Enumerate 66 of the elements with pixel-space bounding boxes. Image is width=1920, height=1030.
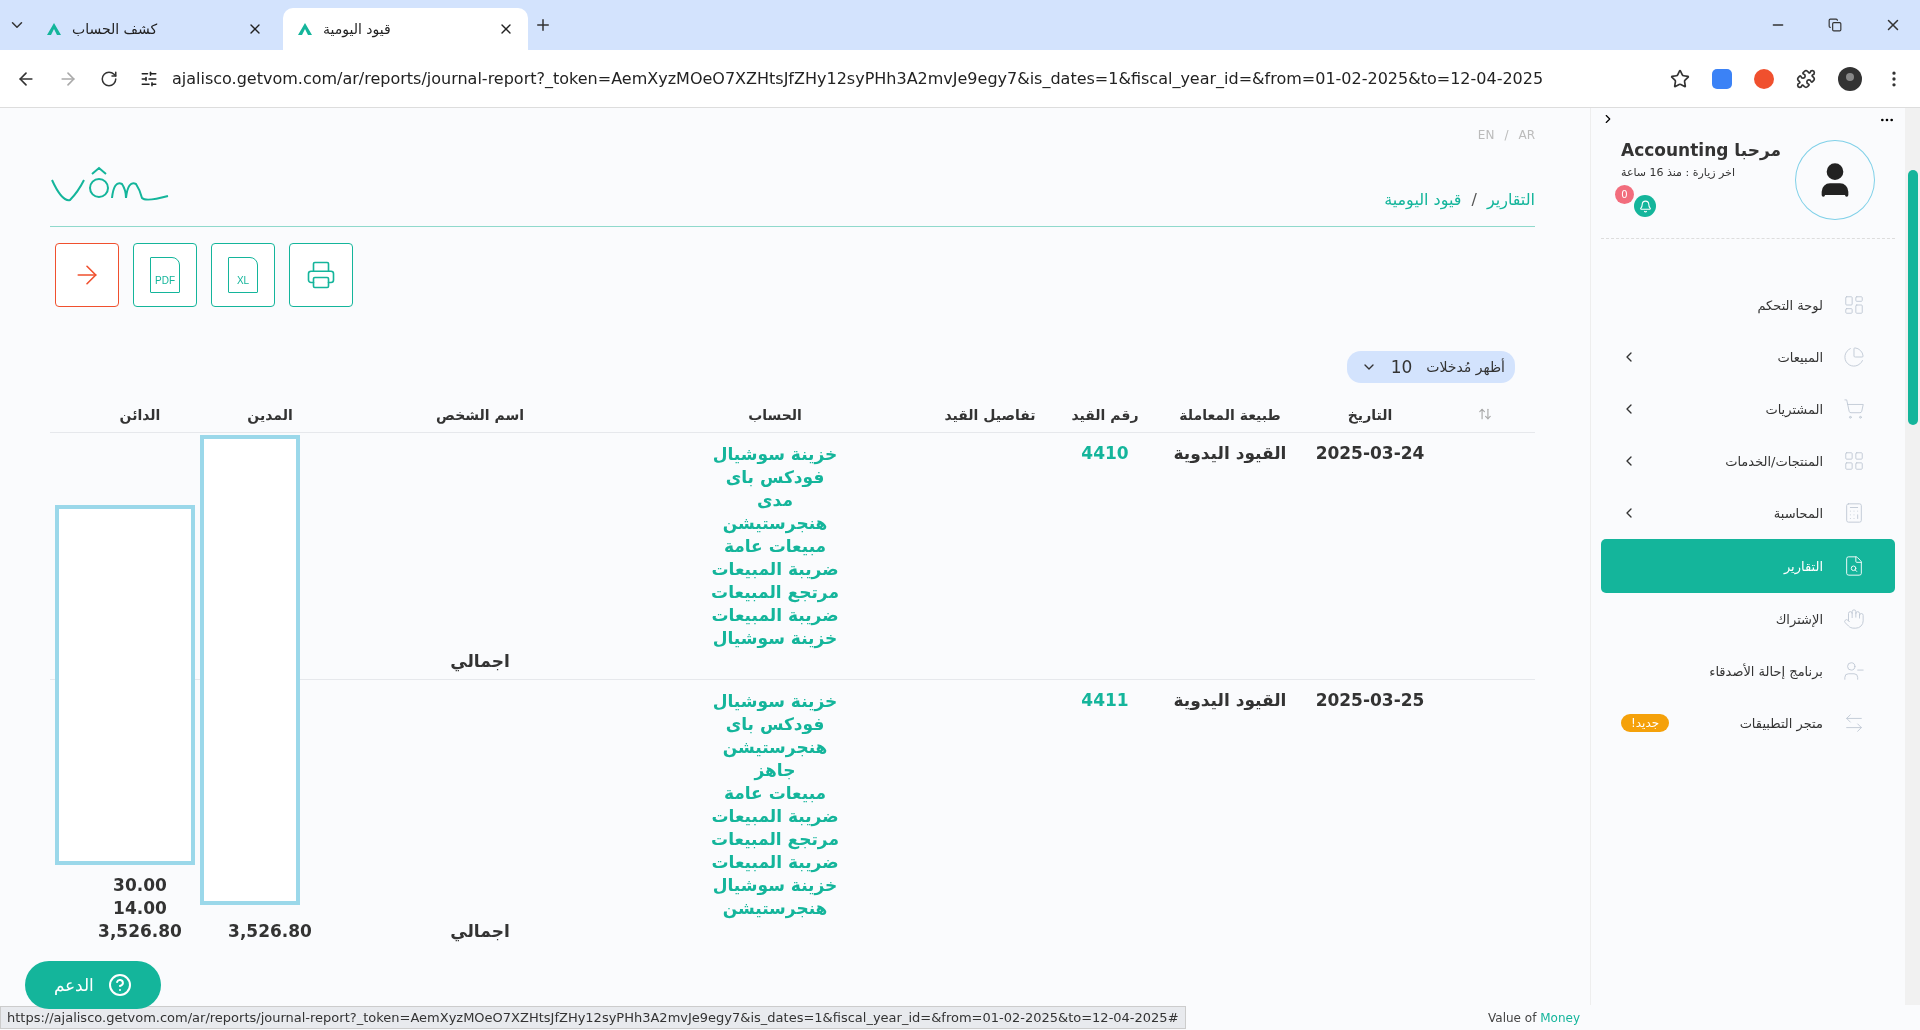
entry-number-link[interactable]: 4410 (1055, 443, 1155, 463)
separator: / (1471, 189, 1477, 209)
debit-total: 3,526.80 (228, 920, 312, 943)
browser-tab[interactable]: كشف الحساب (32, 8, 277, 50)
credit-total: 3,526.80 (98, 920, 182, 943)
column-header[interactable]: طبيعة المعاملة (1155, 397, 1305, 431)
column-header[interactable]: تفاصيل القيد (925, 397, 1055, 431)
pdf-button[interactable]: PDF (133, 243, 197, 307)
credit-cell: 14.00 (113, 897, 167, 920)
date-cell-text: 2025-03-25 (1314, 690, 1426, 710)
account-link[interactable]: ضريبة المبيعات (711, 604, 839, 627)
menu-item[interactable]: التقارير (1601, 539, 1895, 593)
menu-item[interactable]: الإشتراك (1601, 593, 1895, 645)
support-button[interactable]: الدعم (25, 961, 161, 1009)
column-header[interactable]: المدين (205, 397, 335, 431)
account-link[interactable]: جاهز (754, 759, 796, 782)
menu-item[interactable]: المشتريات (1601, 383, 1895, 435)
account-link[interactable]: ضريبة المبيعات (711, 851, 839, 874)
total-label: اجمالي (450, 920, 510, 943)
account-link[interactable]: هنجرستيشن (722, 512, 828, 535)
money-link[interactable]: Money (1540, 1010, 1580, 1025)
total-label: اجمالي (450, 650, 510, 673)
column-header[interactable]: الدائن (75, 397, 205, 431)
account-link[interactable]: خزينة سوشيال (712, 443, 838, 466)
excel-button[interactable]: XL (211, 243, 275, 307)
status-url: https://ajalisco.getvom.com/ar/reports/journal-report?_token=AemXyzMOeO7XZHtsJfZHy12syPHh3A2mvJe9egy7&is_dates=1&fiscal_year_id=&from=01-02-2025&to=12-04-2025# (0, 1006, 1186, 1029)
account-link[interactable]: هنجرستيشن (722, 897, 828, 920)
account-link[interactable]: خزينة سوشيال (712, 627, 838, 650)
column-header[interactable]: الحساب (625, 397, 925, 431)
greeting: مرحبا Accounting (1621, 140, 1781, 160)
language-link[interactable]: EN (1477, 128, 1495, 142)
menu-item[interactable]: متجر التطبيقات جديد! (1601, 697, 1895, 749)
breadcrumb-link[interactable]: قيود اليومية (1384, 189, 1462, 209)
credit-cell: 30.00 (113, 874, 167, 897)
entry-number-link[interactable]: 4411 (1055, 690, 1155, 710)
account-link[interactable]: خزينة سوشيال (712, 874, 838, 897)
menu-item[interactable]: المحاسبة (1601, 487, 1895, 539)
account-link[interactable]: مرتجع المبيعات (711, 581, 839, 604)
account-link[interactable]: مبيعات عامة (723, 535, 827, 558)
separator: / (1504, 128, 1509, 142)
type-cell-text: القيود اليدوية (1172, 443, 1288, 463)
account-link[interactable]: مرتجع المبيعات (711, 828, 839, 851)
breadcrumb-link[interactable]: التقارير (1486, 189, 1535, 209)
column-header[interactable]: رقم القيد (1055, 397, 1155, 431)
date-cell-text: 2025-03-24 (1314, 443, 1426, 463)
new-badge: جديد! (1621, 714, 1670, 732)
account-link[interactable]: هنجرستيشن (722, 736, 828, 759)
menu-item[interactable]: برنامج إحالة الأصدقاء (1601, 645, 1895, 697)
account-link[interactable]: خزينة سوشيال (712, 690, 838, 713)
account-link[interactable]: فودكس باى (725, 466, 825, 489)
account-link[interactable]: مبيعات عامة (723, 782, 827, 805)
account-link[interactable]: فودكس باى (725, 713, 825, 736)
menu-item[interactable]: المنتجات/الخدمات (1601, 435, 1895, 487)
type-cell-text: القيود اليدوية (1172, 690, 1288, 710)
account-link[interactable]: ضريبة المبيعات (711, 805, 839, 828)
menu-item[interactable]: لوحة التحكم (1601, 279, 1895, 331)
notification-count: 0 (1615, 185, 1634, 204)
menu-item[interactable]: المبيعات (1601, 331, 1895, 383)
account-link[interactable]: مدى (757, 489, 793, 512)
account-link[interactable]: ضريبة المبيعات (711, 558, 839, 581)
language-link[interactable]: AR (1518, 128, 1535, 142)
column-header[interactable]: التاريخ (1305, 397, 1435, 431)
browser-tab[interactable]: قيود اليومية (283, 8, 528, 50)
column-header[interactable]: اسم الشخص (335, 397, 625, 431)
footer-text: Value of Money (1488, 1010, 1580, 1025)
last-visit: اخر زيارة : منذ 16 ساعة (1621, 166, 1735, 179)
